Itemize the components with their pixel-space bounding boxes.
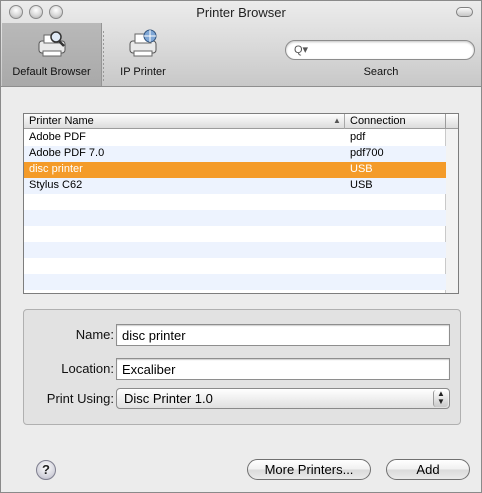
- toolbar-default-browser-label: Default Browser: [12, 66, 91, 78]
- more-printers-button[interactable]: More Printers...: [247, 459, 371, 480]
- empty-row: [24, 210, 446, 226]
- table-row[interactable]: Adobe PDF 7.0 pdf700: [24, 146, 446, 162]
- toolbar-separator: [103, 31, 104, 81]
- window-title: Printer Browser: [196, 5, 286, 20]
- printer-list: Printer Name ▲ Connection Adobe PDF pdf …: [23, 113, 459, 294]
- connection-cell: USB: [350, 179, 373, 191]
- toolbar-search-label: Search: [363, 66, 399, 78]
- search-input[interactable]: [310, 43, 468, 57]
- printer-name-cell: Stylus C62: [29, 179, 83, 191]
- search-field[interactable]: Q▾: [285, 40, 475, 60]
- printer-search-icon: [38, 31, 65, 57]
- connection-cell: USB: [350, 163, 373, 175]
- toolbar-toggle-button[interactable]: [456, 7, 473, 17]
- empty-row: [24, 242, 446, 258]
- window-toolbar: Printer Browser Default Browser IP Print…: [1, 1, 481, 87]
- vertical-scrollbar[interactable]: [445, 129, 458, 293]
- add-button[interactable]: Add: [386, 459, 470, 480]
- toolbar-search: Q▾ Search: [283, 23, 479, 86]
- toolbar-ip-printer[interactable]: IP Printer: [105, 23, 181, 86]
- empty-row: [24, 194, 446, 210]
- column-header-connection[interactable]: Connection: [350, 115, 406, 127]
- title-bar[interactable]: Printer Browser: [1, 1, 481, 23]
- help-button[interactable]: ?: [36, 460, 56, 480]
- connection-cell: pdf: [350, 131, 366, 143]
- search-icon: Q▾: [294, 44, 309, 56]
- table-row[interactable]: Stylus C62 USB: [24, 178, 446, 194]
- print-using-value: Disc Printer 1.0: [124, 391, 213, 406]
- print-using-label: Print Using:: [46, 391, 114, 406]
- printer-details-panel: Name: Location: Print Using: Disc Printe…: [23, 309, 461, 425]
- print-using-popup[interactable]: Disc Printer 1.0 ▲ ▼: [116, 388, 450, 409]
- table-row-selected[interactable]: disc printer USB: [24, 162, 446, 178]
- printer-name-cell: Adobe PDF 7.0: [29, 147, 105, 159]
- table-row[interactable]: Adobe PDF pdf: [24, 130, 446, 146]
- toolbar-ip-printer-label: IP Printer: [120, 66, 166, 78]
- location-field[interactable]: [116, 358, 450, 380]
- sort-ascending-icon: ▲: [333, 116, 341, 125]
- table-header: Printer Name ▲ Connection: [24, 114, 446, 129]
- location-input[interactable]: [117, 359, 449, 379]
- printer-browser-window: Printer Browser Default Browser IP Print…: [0, 0, 482, 493]
- toolbar-default-browser[interactable]: Default Browser: [2, 23, 102, 86]
- location-label: Location:: [61, 361, 114, 376]
- network-printer-icon: [129, 29, 157, 57]
- empty-row: [24, 226, 446, 242]
- column-divider: [344, 114, 345, 129]
- name-field[interactable]: [116, 324, 450, 346]
- name-input[interactable]: [117, 325, 449, 345]
- name-label: Name:: [75, 327, 114, 342]
- printer-name-cell: Adobe PDF: [29, 131, 86, 143]
- connection-cell: pdf700: [350, 147, 384, 159]
- empty-row: [24, 258, 446, 274]
- printer-name-cell: disc printer: [29, 163, 83, 175]
- header-corner: [445, 114, 458, 129]
- empty-row: [24, 274, 446, 290]
- table-body: Adobe PDF pdf Adobe PDF 7.0 pdf700 disc …: [24, 130, 446, 290]
- popup-arrows-icon: ▲ ▼: [433, 390, 448, 407]
- column-header-printer-name[interactable]: Printer Name: [29, 115, 94, 127]
